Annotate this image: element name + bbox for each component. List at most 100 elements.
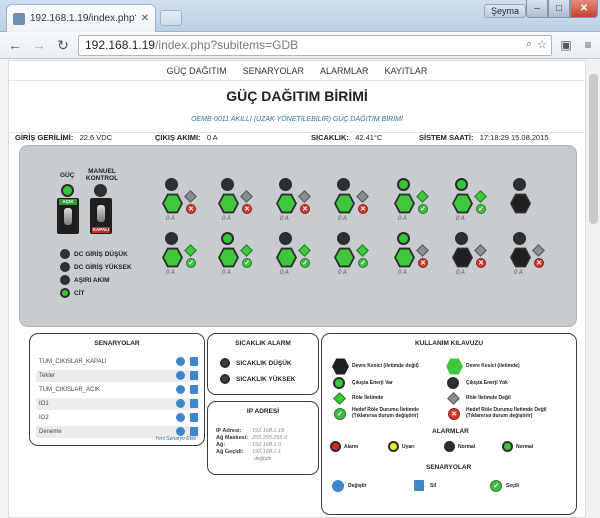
output-indicator: [279, 178, 292, 191]
refresh-scenario-icon[interactable]: [176, 427, 185, 436]
netmask-value: 255.255.255.0: [252, 435, 288, 441]
target-on-check-icon[interactable]: ✓: [418, 204, 428, 214]
channel-current: 0 A: [280, 216, 289, 222]
target-on-check-icon[interactable]: ✓: [476, 204, 486, 214]
delete-scenario-icon[interactable]: [190, 427, 198, 436]
system-time-value: 17:18:29 15.08.2015: [479, 133, 549, 142]
status-bar: GİRİŞ GERİLİMİ: 22.6 VDC ÇIKIŞ AKIMI: 0 …: [15, 133, 581, 145]
relay-icon: [184, 190, 197, 203]
change-label: Değiştir: [348, 483, 367, 489]
menu-kayitlar[interactable]: KAYITLAR: [385, 66, 428, 76]
refresh-scenario-icon[interactable]: [176, 413, 185, 422]
delete-scenario-icon[interactable]: [190, 413, 198, 422]
target-off-x-icon[interactable]: ✕: [476, 258, 486, 268]
guide-breaker-on: Devre Kesici (iletimde): [466, 363, 520, 369]
menu-guc-dagitim[interactable]: GÜÇ DAĞITIM: [167, 66, 227, 76]
delete-scenario-icon[interactable]: [190, 399, 198, 408]
zoom-icon[interactable]: ⌕: [526, 38, 532, 51]
target-off-x-icon[interactable]: ✕: [186, 204, 196, 214]
minimize-button[interactable]: –: [526, 0, 548, 18]
target-off-x-icon[interactable]: ✕: [358, 204, 368, 214]
channel-current: 0 A: [222, 216, 231, 222]
output-indicator: [165, 232, 178, 245]
temperature-alarm-box: SICAKLIK ALARM SICAKLIK DÜŞÜK SICAKLIK Y…: [207, 333, 319, 395]
ip-value: 192.168.1.19: [252, 428, 285, 434]
scenario-row[interactable]: IO2: [36, 412, 199, 424]
target-relay-off-icon: ✕: [448, 408, 460, 420]
cit-indicator: [60, 288, 70, 298]
ip-title: IP ADRESİ: [246, 408, 280, 415]
menu-icon[interactable]: ≡: [580, 37, 596, 53]
new-tab-button[interactable]: [160, 10, 182, 26]
temp-low-indicator: [220, 358, 230, 368]
guide-relay-off: Röle İletimde Değil: [466, 395, 511, 401]
output-indicator: [165, 178, 178, 191]
power-switch[interactable]: AÇIK: [57, 198, 79, 234]
close-window-button[interactable]: ✕: [570, 0, 598, 18]
scenario-row[interactable]: IO1: [36, 398, 199, 410]
edit-ip-link[interactable]: değiştir: [254, 456, 272, 462]
delete-scenario-icon[interactable]: [190, 357, 198, 366]
scenario-row[interactable]: TUM_CIKISLAR_ACIK: [36, 384, 199, 396]
target-off-x-icon[interactable]: ✕: [534, 258, 544, 268]
menu-alarmlar[interactable]: ALARMLAR: [320, 66, 369, 76]
vertical-scrollbar[interactable]: [585, 60, 600, 518]
user-guide-box: KULLANIM KILAVUZU Devre Kesici (iletimde…: [321, 333, 577, 515]
add-scenario-link[interactable]: Yeni Senaryo Ekle: [155, 436, 196, 442]
refresh-scenario-icon[interactable]: [176, 385, 185, 394]
selected-label: Seçili: [506, 483, 520, 489]
switch-knob: [97, 205, 105, 222]
reload-icon[interactable]: ↻: [54, 36, 72, 54]
switch-on-tag: AÇIK: [59, 199, 77, 205]
forward-arrow-icon[interactable]: →: [30, 36, 48, 54]
close-tab-icon[interactable]: ✕: [141, 13, 149, 24]
scenarios-box: SENARYOLAR TUM_CIKISLAR_KAPALI Tekler TUM_…: [29, 333, 205, 446]
output-indicator: [221, 178, 234, 191]
scenario-name: IO1: [39, 401, 49, 407]
page-title: GÜÇ DAĞITIM BİRİMİ: [226, 88, 368, 104]
power-indicator: [61, 184, 74, 197]
refresh-scenario-icon[interactable]: [176, 399, 185, 408]
network-key: Ağ:: [216, 442, 226, 448]
refresh-scenario-icon[interactable]: [176, 357, 185, 366]
temp-high-label: SICAKLIK YÜKSEK: [236, 376, 296, 383]
target-off-x-icon[interactable]: ✕: [418, 258, 428, 268]
target-on-check-icon[interactable]: ✓: [300, 258, 310, 268]
maximize-button[interactable]: □: [548, 0, 570, 18]
target-on-check-icon[interactable]: ✓: [358, 258, 368, 268]
scenario-row[interactable]: Tekler: [36, 370, 199, 382]
guide-output-on: Çıkışta Enerji Var: [352, 380, 393, 386]
extension-icon[interactable]: ▣: [558, 37, 574, 53]
target-on-check-icon[interactable]: ✓: [186, 258, 196, 268]
manual-label: MANUEL KONTROL: [85, 168, 119, 182]
output-indicator: [279, 232, 292, 245]
scrollbar-thumb[interactable]: [589, 74, 598, 224]
target-off-x-icon[interactable]: ✕: [242, 204, 252, 214]
manual-switch[interactable]: KAPALI: [90, 198, 112, 234]
overcurrent-indicator: [60, 275, 70, 285]
address-bar[interactable]: 192.168.1.19/index.php?subitems=GDB ⌕ ☆: [78, 34, 552, 56]
scenario-row[interactable]: TUM_CIKISLAR_KAPALI: [36, 356, 199, 368]
warning-yellow-icon: [388, 441, 399, 452]
output-indicator: [455, 178, 468, 191]
user-badge[interactable]: Şeyma: [484, 4, 527, 18]
gateway-key: Ağ Geçidi:: [216, 449, 244, 455]
temperature-alarm-title: SICAKLIK ALARM: [235, 340, 291, 347]
power-label: GÜÇ: [60, 172, 75, 179]
relay-icon: [240, 190, 253, 203]
target-on-check-icon[interactable]: ✓: [242, 258, 252, 268]
temp-low-label: SICAKLIK DÜŞÜK: [236, 360, 292, 367]
menu-senaryolar[interactable]: SENARYOLAR: [243, 66, 304, 76]
bookmark-star-icon[interactable]: ☆: [537, 38, 547, 51]
output-off-icon: [447, 377, 459, 389]
back-arrow-icon[interactable]: ←: [6, 36, 24, 54]
target-off-x-icon[interactable]: ✕: [300, 204, 310, 214]
browser-tab[interactable]: 192.168.1.19/index.php?su ✕: [6, 4, 156, 32]
switch-knob: [64, 208, 72, 225]
delete-scenario-icon[interactable]: [190, 371, 198, 380]
refresh-icon: [332, 480, 344, 492]
delete-scenario-icon[interactable]: [190, 385, 198, 394]
browser-titlebar: 192.168.1.19/index.php?su ✕ Şeyma – □ ✕: [0, 0, 600, 32]
relay-icon: [416, 244, 429, 257]
refresh-scenario-icon[interactable]: [176, 371, 185, 380]
